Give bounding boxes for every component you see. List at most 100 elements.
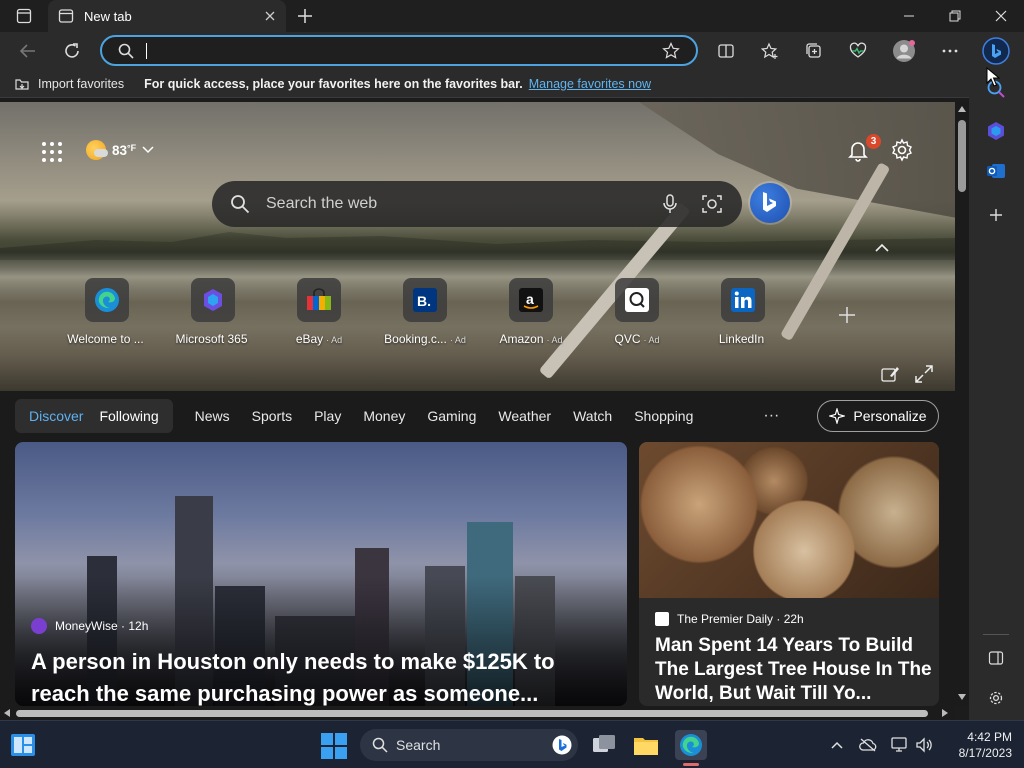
feed-link-gaming[interactable]: Gaming — [427, 408, 476, 424]
microphone-icon[interactable] — [662, 194, 678, 214]
notification-count-badge: 3 — [866, 134, 881, 149]
quick-link-label: Booking.c... — [384, 332, 447, 346]
vertical-scroll-thumb[interactable] — [958, 120, 966, 192]
partly-sunny-icon — [86, 140, 108, 160]
personalize-button[interactable]: Personalize — [817, 400, 939, 432]
taskbar-clock[interactable]: 4:42 PM 8/17/2023 — [946, 729, 1012, 761]
quick-link-tile[interactable]: LinkedIn — [691, 278, 795, 348]
add-quick-link-button[interactable] — [832, 300, 862, 330]
scroll-right-arrow-icon[interactable] — [942, 709, 948, 717]
new-tab-button[interactable] — [292, 4, 318, 28]
address-bar[interactable] — [100, 35, 698, 66]
scroll-left-arrow-icon[interactable] — [4, 709, 10, 717]
tray-volume[interactable] — [914, 735, 934, 755]
back-button[interactable] — [14, 38, 42, 64]
quick-link-tile[interactable]: Microsoft 365 — [161, 278, 265, 348]
tray-network[interactable] — [890, 735, 910, 755]
quick-link-label: eBay — [295, 332, 324, 346]
tab-title: New tab — [84, 8, 132, 24]
import-favorites-button[interactable]: Import favorites — [14, 76, 124, 92]
windows-start-icon[interactable] — [320, 732, 348, 760]
sidebar-outlook-button[interactable] — [981, 156, 1011, 186]
moneywise-logo-icon — [31, 618, 47, 634]
ad-label: · Ad — [546, 335, 563, 345]
clock-date: 8/17/2023 — [958, 746, 1012, 760]
sidebar-add-button[interactable] — [981, 200, 1011, 230]
favorite-star-icon[interactable] — [662, 41, 680, 60]
taskbar-search-box[interactable]: Search — [360, 729, 578, 761]
edit-background-icon[interactable] — [880, 364, 900, 384]
scroll-up-arrow-icon[interactable] — [958, 106, 966, 112]
taskbar-file-explorer[interactable] — [630, 730, 662, 760]
app-launcher-icon[interactable] — [40, 140, 64, 164]
sidebar-settings-button[interactable] — [981, 683, 1011, 713]
feed-link-watch[interactable]: Watch — [573, 408, 612, 424]
news-card-side[interactable]: The Premier Daily · 22h Man Spent 14 Yea… — [639, 442, 939, 706]
card-headline[interactable]: A person in Houston only needs to make $… — [31, 646, 611, 706]
expand-icon[interactable] — [914, 364, 934, 384]
news-card-main[interactable]: MoneyWise · 12h A person in Houston only… — [15, 442, 627, 706]
bing-logo-icon — [552, 735, 572, 755]
taskbar-edge[interactable] — [675, 730, 707, 760]
horizontal-scroll-thumb[interactable] — [16, 710, 928, 717]
tray-onedrive[interactable] — [858, 735, 878, 755]
chevron-up-icon[interactable] — [872, 238, 892, 258]
import-icon — [15, 78, 29, 90]
close-window-button[interactable] — [978, 0, 1024, 32]
profile-button[interactable] — [890, 38, 918, 64]
gear-icon[interactable] — [890, 138, 914, 162]
show-hidden-icons-button[interactable] — [827, 735, 847, 755]
minimize-button[interactable] — [886, 0, 932, 32]
copilot-button[interactable] — [980, 36, 1012, 66]
web-search-box[interactable]: Search the web — [212, 181, 742, 227]
svg-text:B.: B. — [417, 293, 431, 309]
horizontal-scrollbar[interactable] — [0, 706, 955, 720]
tab-new-tab[interactable]: New tab — [48, 0, 286, 32]
tab-page-icon — [58, 9, 74, 23]
browser-essentials-button[interactable] — [844, 38, 872, 64]
scroll-down-arrow-icon[interactable] — [958, 694, 966, 700]
settings-more-button[interactable] — [936, 38, 964, 64]
manage-favorites-link[interactable]: Manage favorites now — [529, 77, 651, 91]
tab-actions-button[interactable] — [6, 6, 42, 26]
quick-link-tile[interactable]: QVC · Ad — [585, 278, 689, 348]
collections-button[interactable] — [800, 38, 828, 64]
sidebar-m365-button[interactable] — [981, 116, 1011, 146]
quick-link-tile[interactable]: B. Booking.c... · Ad — [373, 278, 477, 348]
address-input[interactable] — [151, 42, 662, 59]
hide-sidebar-button[interactable] — [981, 643, 1011, 673]
amazon-icon: a — [509, 278, 553, 322]
quick-link-label: LinkedIn — [718, 332, 765, 346]
feed-link-shopping[interactable]: Shopping — [634, 408, 693, 424]
visual-search-icon[interactable] — [702, 194, 722, 214]
card-headline[interactable]: Man Spent 14 Years To Build The Largest … — [655, 634, 933, 706]
feed-link-news[interactable]: News — [195, 408, 230, 424]
qvc-icon — [615, 278, 659, 322]
restore-button[interactable] — [932, 0, 978, 32]
refresh-button[interactable] — [58, 38, 86, 64]
favorites-button[interactable] — [756, 38, 784, 64]
taskbar-task-view[interactable] — [588, 730, 620, 760]
card-source: The Premier Daily · 22h — [655, 612, 804, 626]
background-image: 83 °F 3 Search the web Welcome to ... Mi… — [0, 102, 955, 391]
feed-link-sports[interactable]: Sports — [252, 408, 292, 424]
personalize-label: Personalize — [853, 408, 927, 424]
vertical-scrollbar[interactable] — [955, 102, 969, 706]
sidebar-divider — [983, 634, 1009, 635]
feed-more-button[interactable]: ··· — [763, 407, 779, 425]
bing-chat-button[interactable] — [750, 183, 790, 223]
feed-link-money[interactable]: Money — [363, 408, 405, 424]
weather-widget[interactable]: 83 °F — [86, 140, 154, 160]
feed-link-play[interactable]: Play — [314, 408, 341, 424]
search-icon — [231, 195, 250, 214]
feed-link-weather[interactable]: Weather — [498, 408, 551, 424]
edge-icon — [680, 734, 702, 756]
split-screen-button[interactable] — [712, 38, 740, 64]
tab-following[interactable]: Following — [91, 408, 166, 424]
widgets-icon[interactable] — [10, 733, 36, 757]
quick-link-tile[interactable]: eBay · Ad — [267, 278, 371, 348]
quick-link-tile[interactable]: a Amazon · Ad — [479, 278, 583, 348]
tab-discover[interactable]: Discover — [21, 408, 91, 424]
close-tab-icon[interactable] — [264, 10, 276, 22]
quick-link-tile[interactable]: Welcome to ... — [55, 278, 159, 348]
